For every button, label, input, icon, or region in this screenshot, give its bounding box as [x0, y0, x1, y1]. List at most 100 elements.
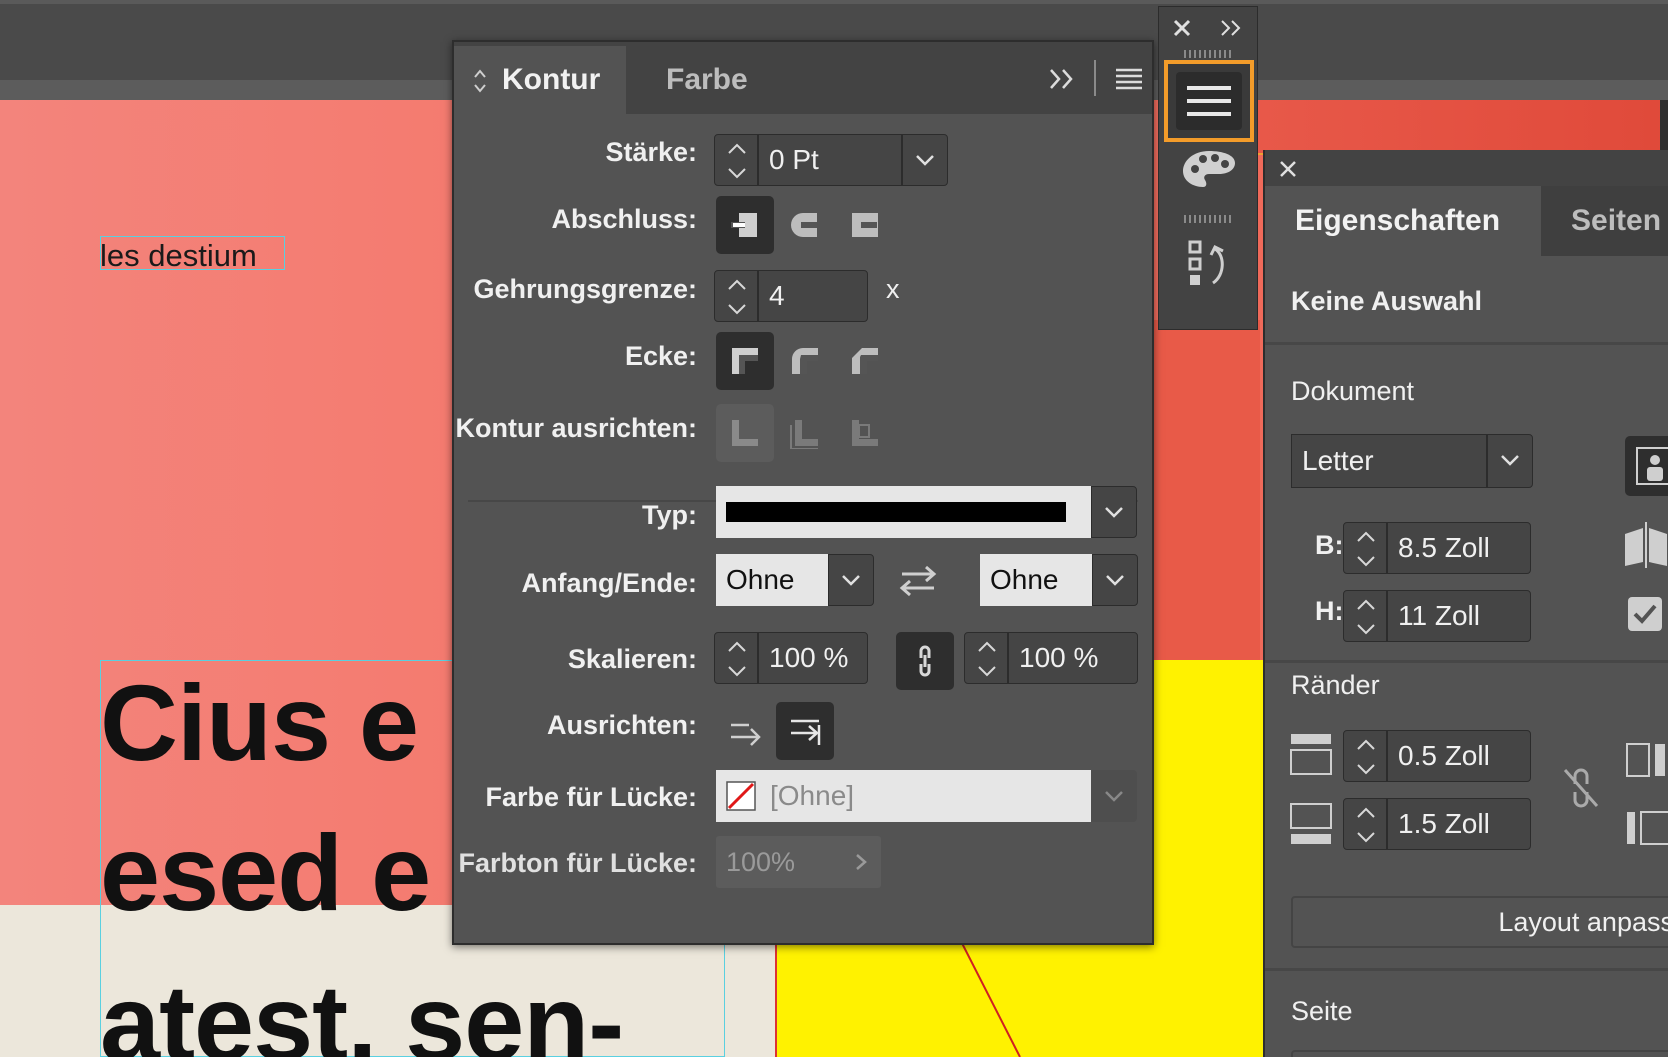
chevron-right-icon	[856, 854, 867, 870]
portrait-icon	[1636, 447, 1668, 485]
cap-square-button[interactable]	[836, 196, 894, 254]
expand-dock-icon[interactable]	[1219, 17, 1245, 39]
props-divider-1	[1265, 342, 1668, 345]
header-divider	[1094, 60, 1096, 96]
arrow-extend-icon	[731, 723, 761, 746]
unlinked-chain-icon[interactable]	[1561, 766, 1601, 810]
chain-link-icon	[919, 645, 931, 677]
layout-anpassen-button[interactable]: Layout anpasse	[1291, 896, 1668, 948]
cap-square-icon	[852, 213, 878, 237]
breite-stepper[interactable]	[1343, 522, 1387, 574]
text-les-destium[interactable]: les destium	[100, 238, 257, 274]
gehrungsgrenze-stepper[interactable]	[714, 270, 758, 322]
tab-eigenschaften[interactable]: Eigenschaften	[1265, 186, 1541, 256]
align-distribute-icon[interactable]	[1187, 239, 1233, 289]
document-preset-select[interactable]: Letter	[1291, 434, 1487, 488]
align-inside-button[interactable]	[776, 404, 834, 462]
label-farbe-luecke: Farbe für Lücke:	[485, 782, 697, 812]
document-preset-dropdown[interactable]	[1487, 434, 1533, 488]
arrow-end-select[interactable]: Ohne	[980, 554, 1092, 606]
gehrungsgrenze-input[interactable]: 4	[758, 270, 868, 322]
expand-chevrons-icon[interactable]	[1048, 66, 1078, 92]
facing-pages-icon[interactable]	[1621, 520, 1668, 568]
props-divider-2	[1265, 660, 1668, 663]
dock-grip[interactable]	[1184, 50, 1234, 58]
hoehe-stepper[interactable]	[1343, 590, 1387, 642]
scale-end-input[interactable]: 100 %	[1008, 632, 1138, 684]
gap-tint-input[interactable]: 100%	[716, 836, 881, 888]
seite-heading: Seite	[1291, 996, 1353, 1026]
label-ausrichten: Ausrichten:	[546, 710, 697, 740]
join-round-button[interactable]	[776, 332, 834, 390]
properties-titlebar	[1265, 150, 1668, 186]
gap-tint-value: 100%	[726, 847, 796, 877]
label-kontur-ausrichten: Kontur ausrichten:	[455, 413, 697, 443]
page-red-bar	[1240, 100, 1660, 155]
collapse-toggle-icon[interactable]	[472, 66, 488, 96]
margin-top-input[interactable]: 0.5 Zoll	[1387, 730, 1531, 782]
margin-bottom-icon	[1290, 803, 1332, 844]
dock-stroke-panel-button[interactable]	[1164, 60, 1254, 142]
gap-color-select[interactable]: [Ohne]	[716, 770, 1091, 822]
gehrungsgrenze-suffix: x	[886, 274, 900, 304]
swap-arrows-icon[interactable]	[898, 562, 938, 598]
staerke-input[interactable]: 0 Pt	[758, 134, 902, 186]
checkbox-checked-icon[interactable]	[1627, 596, 1663, 632]
align-center-button[interactable]	[716, 404, 774, 462]
label-skalieren: Skalieren:	[567, 644, 697, 674]
kontur-panel: Kontur Farbe Stärke: 0 Pt Abschluss: Geh…	[452, 40, 1154, 945]
stroke-type-preview[interactable]	[716, 486, 1091, 538]
staerke-dropdown[interactable]	[902, 134, 948, 186]
stroke-lines-icon	[1187, 86, 1231, 116]
arrow-align-extend-button[interactable]	[716, 702, 774, 760]
arrow-start-dropdown[interactable]	[828, 554, 874, 606]
scale-link-button[interactable]	[896, 632, 954, 690]
properties-tabbar: Eigenschaften Seiten	[1265, 186, 1668, 256]
arrow-inside-icon	[791, 719, 821, 745]
scale-start-stepper[interactable]	[714, 632, 758, 684]
props-divider-3	[1265, 968, 1668, 971]
color-palette-icon[interactable]	[1181, 147, 1237, 191]
gap-color-dropdown[interactable]	[1091, 770, 1137, 822]
join-miter-button[interactable]	[716, 332, 774, 390]
page-red-block	[1150, 320, 1260, 660]
align-outside-button[interactable]	[836, 404, 894, 462]
label-staerke: Stärke:	[605, 137, 697, 167]
hoehe-input[interactable]: 11 Zoll	[1387, 590, 1531, 642]
seite-select[interactable]	[1291, 1050, 1668, 1057]
label-hoehe: H:	[1315, 596, 1344, 626]
dock-grip-2[interactable]	[1184, 215, 1234, 223]
layout-anpassen-label: Layout anpasse	[1498, 907, 1668, 937]
breite-input[interactable]: 8.5 Zoll	[1387, 522, 1531, 574]
tab-farbe[interactable]: Farbe	[640, 46, 774, 114]
stroke-type-dropdown[interactable]	[1091, 486, 1137, 538]
cap-round-button[interactable]	[776, 196, 834, 254]
margin-bottom-input[interactable]: 1.5 Zoll	[1387, 798, 1531, 850]
properties-panel: Eigenschaften Seiten Keine Auswahl Dokum…	[1263, 150, 1668, 1057]
margin-top-stepper[interactable]	[1343, 730, 1387, 782]
cap-round-icon	[791, 213, 817, 237]
close-icon[interactable]	[1171, 17, 1193, 39]
scale-end-stepper[interactable]	[964, 632, 1008, 684]
margin-inside-icon	[1626, 743, 1665, 777]
label-ecke: Ecke:	[624, 341, 697, 371]
close-icon[interactable]	[1277, 158, 1299, 180]
label-abschluss: Abschluss:	[551, 204, 697, 234]
gap-color-value: [Ohne]	[770, 780, 855, 811]
label-anfang-ende: Anfang/Ende:	[521, 568, 698, 598]
arrow-start-select[interactable]: Ohne	[716, 554, 828, 606]
scale-start-input[interactable]: 100 %	[758, 632, 868, 684]
label-farbton-luecke: Farbton für Lücke:	[458, 848, 697, 878]
arrow-end-dropdown[interactable]	[1092, 554, 1138, 606]
arrow-align-inside-button[interactable]	[776, 702, 834, 760]
panel-menu-icon[interactable]	[1114, 66, 1144, 92]
staerke-stepper[interactable]	[714, 134, 758, 186]
orientation-portrait-button[interactable]	[1625, 436, 1668, 496]
selection-status: Keine Auswahl	[1291, 286, 1483, 316]
cap-butt-button[interactable]	[716, 196, 774, 254]
join-bevel-icon	[852, 348, 878, 374]
join-bevel-button[interactable]	[836, 332, 894, 390]
tab-seiten[interactable]: Seiten	[1541, 186, 1668, 256]
margin-bottom-stepper[interactable]	[1343, 798, 1387, 850]
label-typ: Typ:	[642, 500, 697, 530]
